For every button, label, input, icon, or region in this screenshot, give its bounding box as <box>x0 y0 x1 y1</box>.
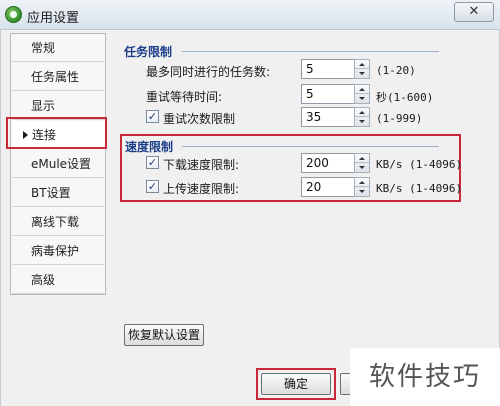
download-limit-spinner[interactable] <box>354 153 370 173</box>
sidebar-item-label: 连接 <box>32 128 57 142</box>
download-limit-checkbox[interactable]: ✓ <box>146 156 159 169</box>
download-limit-label: 下载速度限制: <box>163 158 240 172</box>
spin-down-icon[interactable] <box>355 94 369 103</box>
spin-up-icon[interactable] <box>355 154 369 163</box>
watermark: 软件技巧 <box>350 348 500 406</box>
sidebar-item-emule[interactable]: eMule设置 <box>12 150 104 178</box>
title-bar: 应用设置 ✕ <box>0 0 500 30</box>
spin-down-icon[interactable] <box>355 163 369 172</box>
spin-up-icon[interactable] <box>355 60 369 69</box>
upload-limit-label: 上传速度限制: <box>163 182 240 196</box>
app-logo-icon <box>5 6 22 23</box>
ok-button[interactable]: 确定 <box>261 373 331 395</box>
window-title: 应用设置 <box>27 11 80 26</box>
sidebar-item-task-properties[interactable]: 任务属性 <box>12 63 104 91</box>
sidebar-item-offline-download[interactable]: 离线下载 <box>12 208 104 236</box>
retry-wait-spinner[interactable] <box>354 84 370 104</box>
spin-up-icon[interactable] <box>355 178 369 187</box>
settings-sidebar: 常规 任务属性 显示 连接 eMule设置 BT设置 离线下载 病毒保护 高级 <box>10 33 106 295</box>
upload-limit-checkbox[interactable]: ✓ <box>146 180 159 193</box>
max-tasks-range: (1-20) <box>376 64 416 77</box>
max-tasks-spinner[interactable] <box>354 59 370 79</box>
close-icon[interactable]: ✕ <box>469 4 480 19</box>
retry-count-checkbox[interactable]: ✓ <box>146 110 159 123</box>
sidebar-item-display[interactable]: 显示 <box>12 92 104 120</box>
retry-count-spinner[interactable] <box>354 107 370 127</box>
upload-limit-range: KB/s (1-4096) <box>376 182 463 195</box>
spin-up-icon[interactable] <box>355 85 369 94</box>
upload-limit-spinner[interactable] <box>354 177 370 197</box>
spin-down-icon[interactable] <box>355 187 369 196</box>
sidebar-item-label: 高级 <box>31 273 56 287</box>
sidebar-item-label: 离线下载 <box>31 215 80 229</box>
sidebar-item-label: 常规 <box>31 41 56 55</box>
sidebar-item-label: eMule设置 <box>31 157 92 171</box>
task-limit-title: 任务限制 <box>124 45 173 59</box>
retry-wait-range: 秒(1-600) <box>376 91 434 104</box>
sidebar-item-connection[interactable]: 连接 <box>12 121 104 149</box>
speed-limit-divider <box>182 146 439 147</box>
sidebar-item-label: 任务属性 <box>31 70 80 84</box>
spin-up-icon[interactable] <box>355 108 369 117</box>
speed-limit-title: 速度限制 <box>125 140 174 154</box>
retry-wait-label: 重试等待时间: <box>146 90 223 104</box>
sidebar-item-label: BT设置 <box>31 186 71 200</box>
selected-arrow-icon <box>23 131 28 139</box>
restore-defaults-button[interactable]: 恢复默认设置 <box>124 324 204 346</box>
sidebar-item-advanced[interactable]: 高级 <box>12 266 104 294</box>
spin-down-icon[interactable] <box>355 117 369 126</box>
task-limit-divider <box>182 51 439 52</box>
retry-count-label: 重试次数限制 <box>163 112 236 126</box>
download-limit-range: KB/s (1-4096) <box>376 158 463 171</box>
max-tasks-label: 最多同时进行的任务数: <box>146 65 271 79</box>
retry-count-range: (1-999) <box>376 112 423 125</box>
sidebar-item-general[interactable]: 常规 <box>12 34 104 62</box>
sidebar-item-label: 病毒保护 <box>31 244 80 258</box>
close-button[interactable]: ✕ <box>454 2 494 22</box>
sidebar-item-virus-protection[interactable]: 病毒保护 <box>12 237 104 265</box>
spin-down-icon[interactable] <box>355 69 369 78</box>
sidebar-item-label: 显示 <box>31 99 56 113</box>
sidebar-item-bt[interactable]: BT设置 <box>12 179 104 207</box>
